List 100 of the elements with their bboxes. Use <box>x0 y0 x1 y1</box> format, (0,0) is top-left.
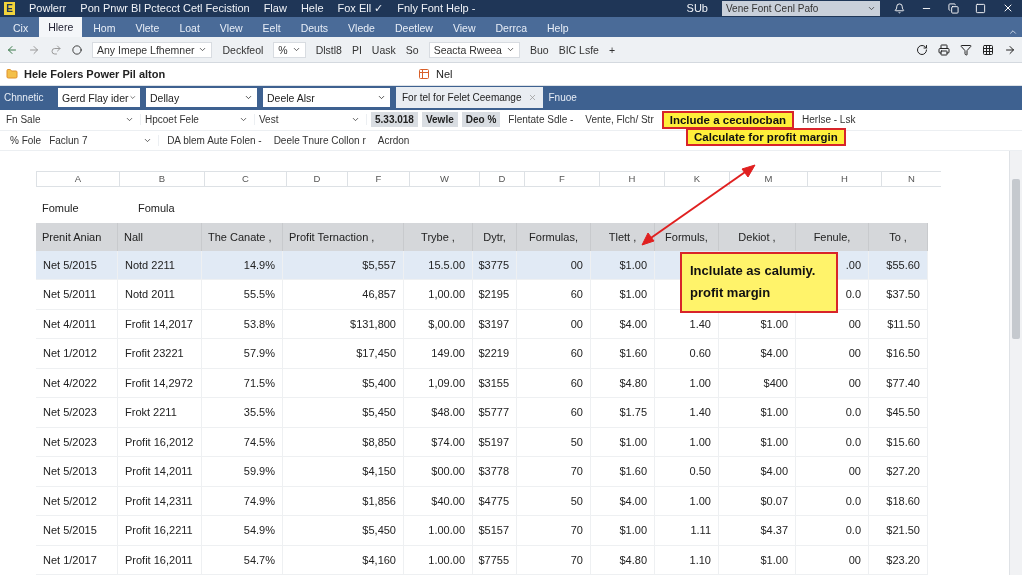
refresh-icon[interactable] <box>916 43 928 56</box>
ribbon-tab[interactable]: Vlete <box>126 18 169 38</box>
option-dropdown[interactable]: Vest <box>259 114 367 126</box>
table-cell: 54.9% <box>202 516 283 545</box>
ribbon-tab[interactable]: Deuts <box>291 18 338 38</box>
option-label[interactable]: DA blem Aute Folen - <box>163 134 266 146</box>
column-letter[interactable]: K <box>664 170 729 187</box>
ribbon-tab[interactable]: Vlede <box>339 18 384 38</box>
table-cell: $5,557 <box>283 250 404 279</box>
arrow-icon[interactable] <box>1004 43 1016 56</box>
filter-dropdown[interactable]: Gerd Flay ider <box>58 88 140 108</box>
column-header[interactable]: The Canate , <box>202 222 283 251</box>
toolbar-button[interactable]: Buo <box>529 43 549 56</box>
column-letter[interactable]: W <box>409 170 479 187</box>
circle-icon[interactable] <box>72 44 82 55</box>
toolbar-button[interactable]: Deckfeol <box>222 43 264 56</box>
column-letter[interactable]: D <box>286 170 347 187</box>
column-header[interactable]: Formuls, <box>655 222 719 251</box>
column-header[interactable]: Fenule, <box>796 222 869 251</box>
title-menu-item[interactable]: Fnly Font Help - <box>397 2 476 15</box>
option-label[interactable]: Herlse - Lsk <box>798 114 860 126</box>
table-row[interactable]: Net 4/2022 Frofit 14,2972 71.5% $5,400 1,09.00 $3155 60 $4.80 1.00 $400 00 $77.40 <box>36 368 928 398</box>
column-letter[interactable]: H <box>807 170 881 187</box>
table-row[interactable]: Net 5/2023 Profit 16,2012 74.5% $8,850 $74.00 $5197 50 $1.00 1.00 $1.00 0.0 $15.60 <box>36 427 928 457</box>
table-row[interactable]: Net 5/2012 Profit 14,2311 74.9% $1,856 $40.00 $4775 50 $4.00 1.00 $0.07 0.0 $18.60 <box>36 486 928 516</box>
search-field[interactable]: Vene Font Cenl Pafo <box>722 0 880 16</box>
option-button[interactable]: 5.33.018 <box>371 112 418 128</box>
back-icon[interactable] <box>6 43 18 56</box>
ribbon-tab[interactable]: Deetlew <box>385 18 442 38</box>
column-header[interactable]: Tlett , <box>591 222 655 251</box>
option-dropdown[interactable]: Hpcoet Fele <box>145 114 255 126</box>
toolbar-button[interactable]: So <box>405 43 419 56</box>
table-cell: $1.60 <box>591 457 655 486</box>
option-button[interactable]: Vewle <box>421 112 458 128</box>
filter-icon[interactable] <box>960 43 972 56</box>
column-letter[interactable]: F <box>347 170 409 187</box>
ribbon-tab[interactable]: Vlew <box>210 18 252 38</box>
column-letter[interactable]: N <box>881 170 941 187</box>
toolbar-dropdown[interactable]: Seacta Rweea <box>428 41 520 58</box>
option-button[interactable]: Deo % <box>461 112 501 128</box>
column-letter[interactable]: B <box>119 170 204 187</box>
ribbon-tab[interactable]: Cix <box>4 18 38 38</box>
column-header[interactable]: Prenit Anian <box>36 222 118 251</box>
filter-link[interactable]: Fnuoe <box>548 92 577 104</box>
ribbon-tab[interactable]: Derrca <box>486 18 536 38</box>
ribbon-tab[interactable]: Hlere <box>39 17 83 38</box>
option-dropdown[interactable]: Faclun 7 <box>49 134 160 146</box>
column-letter[interactable]: A <box>36 170 119 187</box>
table-row[interactable]: Net 5/2015 Profit 16,2211 54.9% $5,450 1.00.00 $5157 70 $1.00 1.11 $4.37 0.0 $21.50 <box>36 516 928 546</box>
option-label[interactable]: Acrdon <box>373 134 414 146</box>
column-letter[interactable]: F <box>524 170 599 187</box>
ribbon-tab[interactable]: View <box>443 18 485 38</box>
option-label[interactable]: Vente, Flch/ Str <box>581 114 658 126</box>
column-letter[interactable]: H <box>599 170 664 187</box>
column-letter[interactable]: D <box>479 170 524 187</box>
app-icon[interactable]: E <box>4 1 15 15</box>
toolbar-dropdown[interactable]: Any Imepe Lfhemner <box>92 41 213 58</box>
ribbon-tab[interactable]: Help <box>538 18 578 38</box>
ribbon-tab[interactable]: Eelt <box>253 18 290 38</box>
column-header[interactable]: Dekiot , <box>719 222 796 251</box>
toolbar-button[interactable]: BIC Lsfe <box>558 43 599 56</box>
redo-icon[interactable] <box>50 43 62 56</box>
toolbar-button[interactable]: PI <box>351 43 362 56</box>
column-header[interactable]: Trybe , <box>404 222 473 251</box>
maximize-icon[interactable] <box>975 2 986 14</box>
title-menu-item[interactable]: Fox Ell ✓ <box>337 1 384 15</box>
scrollbar[interactable] <box>1009 150 1022 575</box>
bell-icon[interactable] <box>894 2 905 14</box>
column-header[interactable]: Formulas, <box>517 222 591 251</box>
table-row[interactable]: Net 1/2017 Profit 16,2011 54.7% $4,160 1.00.00 $7755 70 $4.80 1.10 $1.00 00 $23.20 <box>36 545 928 575</box>
filter-dropdown[interactable]: Dellay <box>146 88 257 108</box>
option-label[interactable]: % Fole <box>6 134 46 146</box>
title-menu-item[interactable]: Pon Pnwr Bl Pctecct Cetl Fecistion <box>80 2 250 15</box>
column-header[interactable]: Nall <box>118 222 202 251</box>
table-cell: 1.11 <box>655 516 719 545</box>
printer-icon[interactable] <box>938 43 950 56</box>
option-label[interactable]: Flentate Sdle - <box>504 114 578 126</box>
ribbon-tab[interactable]: Hom <box>84 18 125 38</box>
restore-icon[interactable] <box>948 2 959 14</box>
table-row[interactable]: Net 5/2013 Profit 14,2011 59.9% $4,150 $00.00 $3778 70 $1.60 0.50 $4.00 00 $27.20 <box>36 457 928 487</box>
grid-icon[interactable] <box>982 43 994 56</box>
toolbar-button[interactable]: Uask <box>371 43 396 56</box>
toolbar-button[interactable]: + <box>608 43 616 56</box>
column-header[interactable]: Dytr, <box>473 222 517 251</box>
option-dropdown[interactable]: Fn Sale <box>6 114 141 126</box>
table-row[interactable]: Net 4/2011 Frofit 14,2017 53.8% $131,800 $,00.00 $3197 00 $4.00 1.40 $1.00 00 $11.50 <box>36 309 928 339</box>
table-row[interactable]: Net 5/2023 Frokt 2211 35.5% $5,450 $48.00 $5777 60 $1.75 1.40 $1.00 0.0 $45.50 <box>36 398 928 428</box>
ribbon-tab[interactable]: Loat <box>170 18 209 38</box>
column-header[interactable]: To , <box>869 222 928 251</box>
filter-dropdown[interactable]: Deele Alsr <box>263 88 390 108</box>
title-menu-item[interactable]: Flaw <box>263 2 287 15</box>
table-row[interactable]: Net 1/2012 Frofit 23221 57.9% $17,450 149.00 $2219 60 $1.60 0.60 $4.00 00 $16.50 <box>36 339 928 369</box>
title-menu-item[interactable]: Powlerr <box>29 2 67 15</box>
toolbar-button[interactable]: Dlstl8 <box>315 43 342 56</box>
option-label[interactable]: Deele Tnure Collon r <box>269 134 370 146</box>
column-letter[interactable]: C <box>204 170 286 187</box>
filter-tab[interactable]: For tel for Felet Ceemange <box>396 87 543 109</box>
toolbar-dropdown[interactable]: % <box>273 41 306 58</box>
column-header[interactable]: Profit Ternaction , <box>283 222 404 251</box>
title-menu-item[interactable]: Hele <box>300 2 324 15</box>
